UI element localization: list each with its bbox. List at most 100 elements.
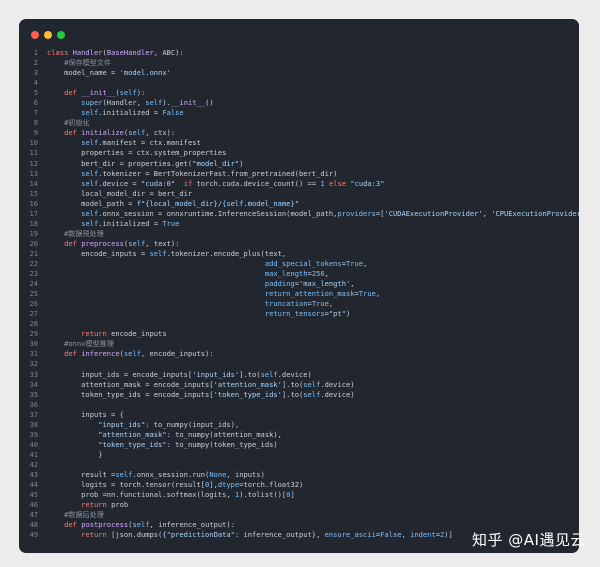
code-line: 29 return encode_inputs (19, 329, 579, 339)
code-text: #onnx模型推理 (38, 339, 114, 349)
code-token: encode_inputs = (47, 248, 150, 258)
code-token: .initialized = (98, 108, 163, 118)
code-line: 2 #保存模型文件 (19, 58, 579, 68)
code-line: 7 self.initialized = False (19, 108, 579, 118)
code-line: 44 logits = torch.tensor(result[0],dtype… (19, 480, 579, 490)
code-token: , (482, 208, 492, 218)
code-token: .onnx_session.run( (132, 469, 210, 479)
code-text: self.device = "cuda:0" if torch.cuda.dev… (38, 179, 384, 189)
code-text: padding='max_length', (38, 279, 355, 289)
code-token: providers (337, 208, 376, 218)
code-token: return_tensors (264, 309, 325, 319)
code-line: 34 attention_mask = encode_inputs['atten… (19, 380, 579, 390)
code-token: ). (162, 98, 171, 108)
code-token: self (303, 389, 321, 399)
line-number: 38 (29, 419, 38, 429)
code-token: initialize (81, 128, 124, 138)
line-number: 6 (33, 98, 38, 108)
code-token: .tokenizer.encode_plus(text, (166, 248, 287, 258)
line-number: 36 (29, 399, 38, 409)
code-token: add_special_tokens (264, 258, 342, 268)
code-text: def initialize(self, ctx): (38, 128, 175, 138)
line-number: 42 (29, 459, 38, 469)
code-token: truncation (264, 299, 308, 309)
code-token: : to_numpy(token_type_ids) (166, 439, 278, 449)
minimize-icon[interactable] (44, 31, 52, 39)
line-number: 32 (29, 359, 38, 369)
code-text: self.initialized = True (38, 219, 179, 229)
code-token: "token_type_ids" (98, 439, 167, 449)
code-line: 10 self.manifest = ctx.manifest (19, 138, 579, 148)
code-token: , (363, 258, 368, 268)
close-icon[interactable] (31, 31, 39, 39)
maximize-icon[interactable] (57, 31, 65, 39)
code-token: , (350, 279, 355, 289)
line-number: 49 (29, 530, 38, 540)
code-token: True (358, 289, 376, 299)
code-line: 38 "input_ids": to_numpy(input_ids), (19, 420, 579, 430)
code-token: False (162, 108, 184, 118)
code-token: .onnx_session = onnxruntime.InferenceSes… (98, 208, 338, 218)
code-editor[interactable]: 1 class Handler(BaseHandler, ABC): 2 #保存模型… (19, 48, 579, 540)
code-token: "input_ids" (98, 419, 146, 429)
code-token: else (328, 178, 347, 188)
code-token: [json.dumps({ (106, 530, 167, 540)
code-line: 17 self.onnx_session = onnxruntime.Infer… (19, 209, 579, 219)
line-number: 4 (33, 78, 38, 88)
code-line: 31 def inference(self, encode_inputs): (19, 349, 579, 359)
code-text: truncation=True, (38, 299, 333, 309)
code-token: inference (81, 349, 120, 359)
code-token: None (209, 469, 227, 479)
code-window: 1 class Handler(BaseHandler, ABC): 2 #保存模型… (19, 19, 579, 553)
code-token: "attention_mask" (98, 429, 167, 439)
code-token: local_model_dir = bert_dir (47, 188, 193, 198)
code-token: , (401, 530, 411, 540)
line-number: 19 (29, 228, 38, 238)
code-text: input_ids = encode_inputs['input_ids'].t… (38, 370, 312, 380)
code-text: bert_dir = properties.get("model_dir") (38, 159, 243, 169)
code-line: 12 bert_dir = properties.get("model_dir"… (19, 159, 579, 169)
code-line: 18 self.initialized = True (19, 219, 579, 229)
code-line: 47 #数据后处理 (19, 510, 579, 520)
line-number: 29 (29, 329, 38, 339)
code-text: local_model_dir = bert_dir (38, 189, 192, 199)
code-token: BaseHandler (106, 48, 154, 57)
code-token: =torch.float32) (239, 480, 304, 490)
code-token: encode_inputs (106, 329, 167, 339)
line-number: 39 (29, 429, 38, 439)
code-text: logits = torch.tensor(result[0],dtype=to… (38, 480, 303, 490)
code-line: 41 } (19, 450, 579, 460)
code-token: , encode_inputs): (141, 349, 214, 359)
line-number: 3 (33, 68, 38, 78)
code-token: .device = (98, 178, 141, 188)
code-token: result = (47, 469, 116, 479)
code-token: ) (345, 309, 351, 319)
code-token: def (64, 349, 82, 359)
code-line: 32 (19, 359, 579, 369)
code-token: , ABC): (153, 48, 184, 57)
code-line: 25 return_attention_mask=True, (19, 289, 579, 299)
line-number: 2 (33, 58, 38, 68)
code-line: 9 def initialize(self, ctx): (19, 128, 579, 138)
code-text: attention_mask = encode_inputs['attentio… (38, 380, 354, 390)
code-token: () (205, 98, 214, 108)
code-token: return_attention_mask (264, 289, 355, 299)
line-number: 28 (29, 319, 38, 329)
code-text: self.onnx_session = onnxruntime.Inferenc… (38, 209, 579, 219)
code-line: 28 (19, 319, 579, 329)
code-token: 'input_ids' (192, 369, 240, 379)
line-number: 13 (29, 168, 38, 178)
code-line: 43 result =self.onnx_session.run(None, i… (19, 470, 579, 480)
code-token: def (64, 88, 82, 98)
code-token: True (311, 299, 329, 309)
